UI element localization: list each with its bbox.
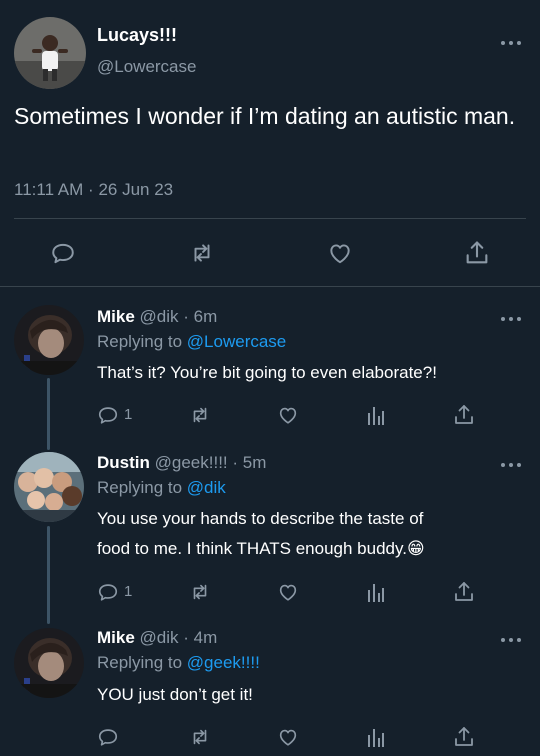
replying-to-link[interactable]: @geek!!!! — [187, 653, 260, 672]
like-icon[interactable] — [276, 581, 300, 603]
replying-to-label: Replying to — [97, 478, 183, 497]
avatar-image — [14, 452, 84, 522]
handle[interactable]: @dik — [140, 307, 179, 326]
avatar[interactable] — [14, 452, 84, 522]
reply-count: 1 — [124, 583, 133, 600]
reply-icon[interactable] — [97, 726, 119, 748]
display-name[interactable]: Lucays!!! — [97, 25, 177, 46]
reply-header: Dustin @geek!!!! · 5m — [97, 453, 266, 473]
display-name[interactable]: Mike — [97, 307, 135, 326]
handle[interactable]: @Lowercase — [97, 57, 196, 77]
replying-to-link[interactable]: @Lowercase — [187, 332, 286, 351]
divider — [14, 218, 526, 219]
handle[interactable]: @geek!!!! — [155, 453, 228, 472]
share-icon[interactable] — [463, 239, 491, 267]
retweet-icon[interactable] — [188, 240, 216, 266]
avatar-image — [14, 305, 84, 375]
reply-header: Mike @dik · 4m — [97, 628, 217, 648]
analytics-icon[interactable] — [366, 726, 386, 748]
grin-emoji-icon: 😁 — [406, 539, 425, 558]
reply-age[interactable]: 5m — [243, 453, 267, 472]
replying-to-label: Replying to — [97, 653, 183, 672]
more-options-icon[interactable] — [501, 315, 521, 323]
tweet-text: Sometimes I wonder if I’m dating an auti… — [14, 103, 516, 129]
reply-text-line-2: food to me. I think THATS enough buddy.😁 — [97, 539, 425, 559]
more-options-icon[interactable] — [501, 39, 521, 47]
more-options-icon[interactable] — [501, 636, 521, 644]
tweet-date: 26 Jun 23 — [98, 180, 174, 199]
like-icon[interactable] — [276, 726, 300, 748]
retweet-icon[interactable] — [188, 404, 212, 426]
reply-icon[interactable] — [97, 581, 119, 603]
share-icon[interactable] — [452, 580, 476, 604]
thread-line — [47, 378, 50, 450]
replying-to: Replying to @geek!!!! — [97, 653, 260, 673]
handle[interactable]: @dik — [140, 628, 179, 647]
retweet-icon[interactable] — [188, 726, 212, 748]
separator-dot: · — [88, 180, 94, 199]
reply-text-line-1: You use your hands to describe the taste… — [97, 509, 424, 528]
separator-dot: · — [183, 628, 189, 647]
share-icon[interactable] — [452, 403, 476, 427]
reply-header: Mike @dik · 6m — [97, 307, 217, 327]
thread-line — [47, 526, 50, 624]
more-options-icon[interactable] — [501, 461, 521, 469]
reply-text: That’s it? You’re bit going to even elab… — [97, 363, 437, 382]
separator-dot: · — [232, 453, 239, 472]
avatar[interactable] — [14, 305, 84, 375]
replying-to-label: Replying to — [97, 332, 183, 351]
reply-count: 1 — [124, 406, 133, 423]
tweet-time: 11:11 AM — [14, 180, 84, 199]
analytics-icon[interactable] — [366, 404, 386, 426]
reply-icon[interactable] — [97, 404, 119, 426]
separator-dot: · — [183, 307, 189, 326]
divider — [0, 286, 540, 287]
like-icon[interactable] — [326, 240, 354, 266]
replying-to-link[interactable]: @dik — [187, 478, 226, 497]
tweet-timestamp[interactable]: 11:11 AM · 26 Jun 23 — [14, 180, 173, 200]
replying-to: Replying to @dik — [97, 478, 226, 498]
reply-age[interactable]: 6m — [194, 307, 218, 326]
replying-to: Replying to @Lowercase — [97, 332, 286, 352]
reply-text: food to me. I think THATS enough buddy. — [97, 539, 407, 558]
reply-text: YOU just don’t get it! — [97, 685, 253, 704]
share-icon[interactable] — [452, 725, 476, 749]
avatar[interactable] — [14, 17, 86, 89]
reply-icon[interactable] — [50, 240, 76, 266]
avatar-image — [14, 628, 84, 698]
like-icon[interactable] — [276, 404, 300, 426]
analytics-icon[interactable] — [366, 581, 386, 603]
retweet-icon[interactable] — [188, 581, 212, 603]
reply-age[interactable]: 4m — [194, 628, 218, 647]
avatar-image — [14, 17, 86, 89]
avatar[interactable] — [14, 628, 84, 698]
display-name[interactable]: Mike — [97, 628, 135, 647]
display-name[interactable]: Dustin — [97, 453, 150, 472]
